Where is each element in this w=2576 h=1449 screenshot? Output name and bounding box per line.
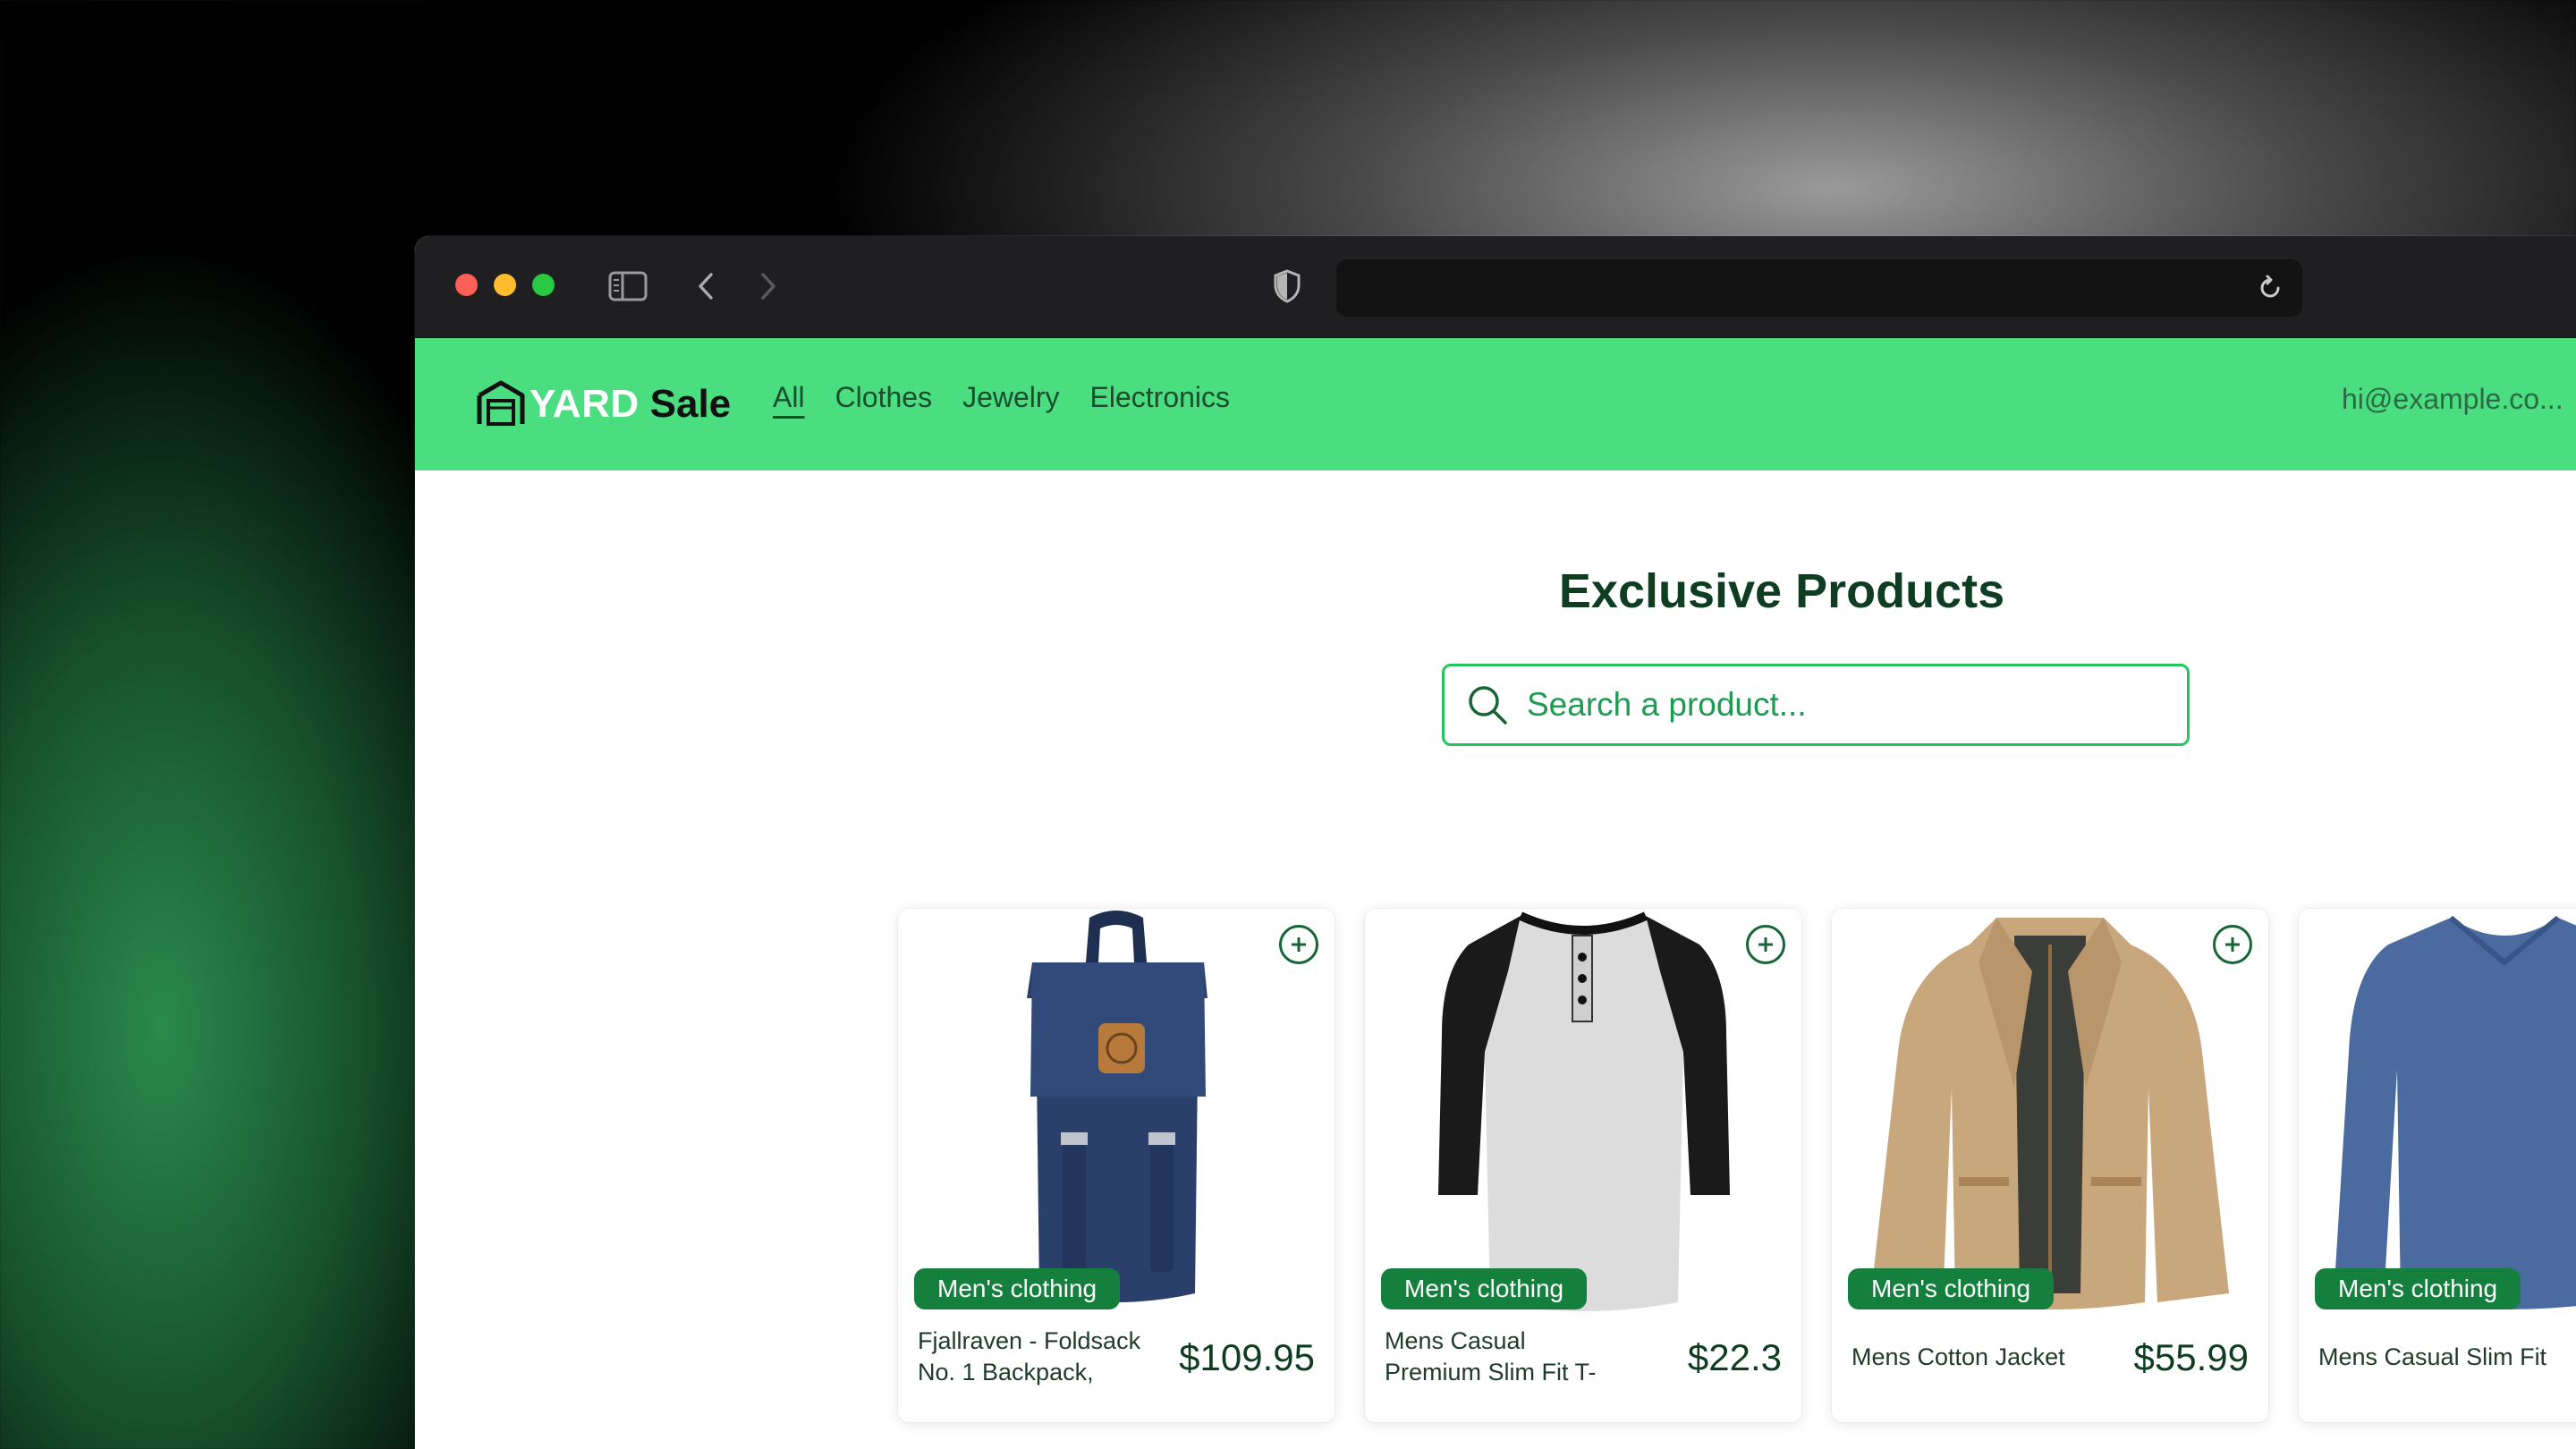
product-price: $109.95 (1179, 1336, 1315, 1378)
category-badge: Men's clothing (2315, 1268, 2521, 1309)
logo-text-yard: YARD (530, 382, 640, 426)
nav-link-electronics[interactable]: Electronics (1090, 381, 1231, 414)
main-content: Exclusive Products Search a product... M… (415, 470, 2576, 1449)
product-card[interactable]: Men's clothing Mens Casual Premium Slim … (1365, 909, 1801, 1422)
page-title: Exclusive Products (1558, 564, 2005, 618)
product-title: Mens Casual Premium Slim Fit T-Shirts (1385, 1327, 1597, 1385)
product-price: $22.3 (1687, 1336, 1782, 1378)
product-title: Fjallraven - Foldsack No. 1 Backpack, Fi… (918, 1327, 1141, 1385)
address-bar[interactable] (1336, 259, 2302, 317)
product-card[interactable]: Men's clothing Mens Casual Slim Fit (2299, 909, 2576, 1422)
user-email[interactable]: hi@example.co... (2342, 383, 2563, 416)
category-badge: Men's clothing (1381, 1268, 1588, 1309)
privacy-shield-icon[interactable] (1265, 261, 1309, 311)
zoom-window-button[interactable] (532, 274, 555, 296)
reload-icon[interactable] (2250, 268, 2290, 308)
nav-link-clothes[interactable]: Clothes (835, 381, 933, 414)
minimize-window-button[interactable] (494, 274, 516, 296)
product-grid: Men's clothing Fjallraven - Foldsack No.… (898, 909, 2576, 1422)
search-icon (1461, 683, 1514, 726)
category-badge: Men's clothing (914, 1268, 1121, 1309)
search-box[interactable] (1442, 664, 2190, 746)
sidebar-toggle-icon[interactable] (603, 261, 653, 311)
nav-link-all[interactable]: All (773, 381, 805, 414)
back-icon[interactable] (683, 261, 728, 311)
add-to-cart-icon[interactable] (2213, 925, 2252, 964)
product-title: Mens Casual Slim Fit (2318, 1343, 2547, 1370)
product-image-backpack (916, 909, 1317, 1311)
product-image-long-sleeve-shirt (2317, 909, 2576, 1311)
category-badge: Men's clothing (1848, 1268, 2055, 1309)
search-input[interactable] (1527, 686, 2153, 724)
garage-icon (476, 377, 526, 431)
product-image-raglan-tshirt (1383, 909, 1784, 1311)
add-to-cart-icon[interactable] (1279, 925, 1318, 964)
nav-link-jewelry[interactable]: Jewelry (962, 381, 1059, 414)
site-navbar: YARD Sale All Clothes Jewelry Electronic… (415, 338, 2576, 470)
product-image-cotton-jacket (1850, 909, 2250, 1311)
logo-text-sale: Sale (649, 382, 732, 426)
add-to-cart-icon[interactable] (1746, 925, 1785, 964)
product-card[interactable]: Men's clothing Fjallraven - Foldsack No.… (898, 909, 1335, 1422)
category-nav: All Clothes Jewelry Electronics (773, 381, 1230, 414)
site-logo[interactable]: YARD Sale (476, 376, 731, 433)
close-window-button[interactable] (455, 274, 478, 296)
forward-icon[interactable] (746, 261, 791, 311)
browser-toolbar (415, 236, 2576, 338)
browser-window: YARD Sale All Clothes Jewelry Electronic… (415, 236, 2576, 1449)
product-card[interactable]: Men's clothing Mens Cotton Jacket $55.99 (1832, 909, 2268, 1422)
product-title: Mens Cotton Jacket (1852, 1343, 2065, 1370)
product-price: $55.99 (2133, 1336, 2249, 1378)
